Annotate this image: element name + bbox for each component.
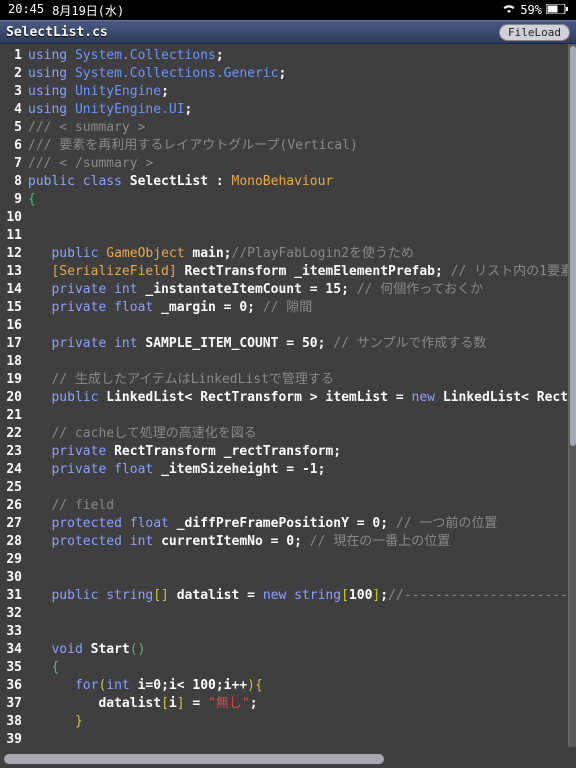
line-number: 20 <box>2 389 22 407</box>
code-line[interactable] <box>28 209 576 227</box>
code-line[interactable]: private float _itemSizeheight = -1; <box>28 461 576 479</box>
code-area[interactable]: using System.Collections;using System.Co… <box>28 44 576 747</box>
code-line[interactable] <box>28 227 576 245</box>
title-bar: SelectList.cs FileLoad <box>0 20 576 44</box>
code-line[interactable]: /// < summary > <box>28 119 576 137</box>
horizontal-scrollbar-track[interactable] <box>0 747 576 768</box>
line-number: 39 <box>2 731 22 747</box>
code-line[interactable] <box>28 317 576 335</box>
line-number: 2 <box>2 65 22 83</box>
line-number: 23 <box>2 443 22 461</box>
line-number: 37 <box>2 695 22 713</box>
vertical-scrollbar-track[interactable] <box>568 44 576 747</box>
line-number: 34 <box>2 641 22 659</box>
line-number: 31 <box>2 587 22 605</box>
code-line[interactable]: datalist[i] = "無し"; <box>28 695 576 713</box>
line-number: 21 <box>2 407 22 425</box>
code-line[interactable]: using UnityEngine.UI; <box>28 101 576 119</box>
code-editor[interactable]: 1234567891011121314151617181920212223242… <box>0 44 576 747</box>
code-line[interactable]: for(int i=0;i< 100;i++){ <box>28 677 576 695</box>
code-line[interactable] <box>28 479 576 497</box>
code-line[interactable]: using System.Collections; <box>28 47 576 65</box>
code-line[interactable]: private int SAMPLE_ITEM_COUNT = 50; // サ… <box>28 335 576 353</box>
status-time: 20:45 <box>8 2 44 19</box>
code-line[interactable]: using System.Collections.Generic; <box>28 65 576 83</box>
line-number: 3 <box>2 83 22 101</box>
code-line[interactable] <box>28 353 576 371</box>
status-date: 8月19日(水) <box>52 2 124 19</box>
line-number: 6 <box>2 137 22 155</box>
line-number: 22 <box>2 425 22 443</box>
code-line[interactable] <box>28 731 576 747</box>
code-line[interactable]: // cacheして処理の高速化を図る <box>28 425 576 443</box>
code-line[interactable] <box>28 605 576 623</box>
code-line[interactable]: { <box>28 659 576 677</box>
line-number: 16 <box>2 317 22 335</box>
vertical-scrollbar-thumb[interactable] <box>570 46 576 446</box>
code-line[interactable]: } <box>28 713 576 731</box>
code-line[interactable]: /// < /summary > <box>28 155 576 173</box>
code-line[interactable] <box>28 569 576 587</box>
line-number: 1 <box>2 47 22 65</box>
line-number: 18 <box>2 353 22 371</box>
code-line[interactable]: protected int currentItemNo = 0; // 現在の一… <box>28 533 576 551</box>
code-line[interactable]: private float _margin = 0; // 隙間 <box>28 299 576 317</box>
code-line[interactable]: { <box>28 191 576 209</box>
line-number: 8 <box>2 173 22 191</box>
wifi-icon <box>502 3 516 17</box>
code-line[interactable]: /// 要素を再利用するレイアウトグループ(Vertical) <box>28 137 576 155</box>
file-title: SelectList.cs <box>6 25 108 40</box>
line-number: 17 <box>2 335 22 353</box>
line-number: 36 <box>2 677 22 695</box>
line-number: 9 <box>2 191 22 209</box>
line-number: 7 <box>2 155 22 173</box>
line-number: 29 <box>2 551 22 569</box>
code-line[interactable]: protected float _diffPreFramePositionY =… <box>28 515 576 533</box>
code-line[interactable]: using UnityEngine; <box>28 83 576 101</box>
line-gutter: 1234567891011121314151617181920212223242… <box>0 44 28 747</box>
code-line[interactable]: void Start() <box>28 641 576 659</box>
line-number: 28 <box>2 533 22 551</box>
line-number: 25 <box>2 479 22 497</box>
code-line[interactable] <box>28 623 576 641</box>
line-number: 38 <box>2 713 22 731</box>
code-line[interactable]: // field <box>28 497 576 515</box>
code-line[interactable]: private RectTransform _rectTransform; <box>28 443 576 461</box>
code-line[interactable] <box>28 407 576 425</box>
line-number: 35 <box>2 659 22 677</box>
horizontal-scrollbar-thumb[interactable] <box>4 754 384 764</box>
code-line[interactable]: public string[] datalist = new string[10… <box>28 587 576 605</box>
line-number: 33 <box>2 623 22 641</box>
line-number: 30 <box>2 569 22 587</box>
code-line[interactable]: private int _instantateItemCount = 15; /… <box>28 281 576 299</box>
line-number: 13 <box>2 263 22 281</box>
code-line[interactable]: [SerializeField] RectTransform _itemElem… <box>28 263 576 281</box>
code-line[interactable]: public GameObject main;//PlayFabLogin2を使… <box>28 245 576 263</box>
line-number: 26 <box>2 497 22 515</box>
file-load-button[interactable]: FileLoad <box>499 24 570 41</box>
code-line[interactable] <box>28 551 576 569</box>
line-number: 15 <box>2 299 22 317</box>
code-line[interactable]: public LinkedList< RectTransform > itemL… <box>28 389 576 407</box>
line-number: 32 <box>2 605 22 623</box>
line-number: 4 <box>2 101 22 119</box>
line-number: 5 <box>2 119 22 137</box>
status-battery: 59% <box>520 3 542 17</box>
line-number: 19 <box>2 371 22 389</box>
line-number: 14 <box>2 281 22 299</box>
line-number: 12 <box>2 245 22 263</box>
line-number: 11 <box>2 227 22 245</box>
status-bar: 20:45 8月19日(水) 59% <box>0 0 576 20</box>
line-number: 24 <box>2 461 22 479</box>
code-line[interactable]: public class SelectList : MonoBehaviour <box>28 173 576 191</box>
line-number: 27 <box>2 515 22 533</box>
line-number: 10 <box>2 209 22 227</box>
code-line[interactable]: // 生成したアイテムはLinkedListで管理する <box>28 371 576 389</box>
battery-icon <box>546 3 568 17</box>
